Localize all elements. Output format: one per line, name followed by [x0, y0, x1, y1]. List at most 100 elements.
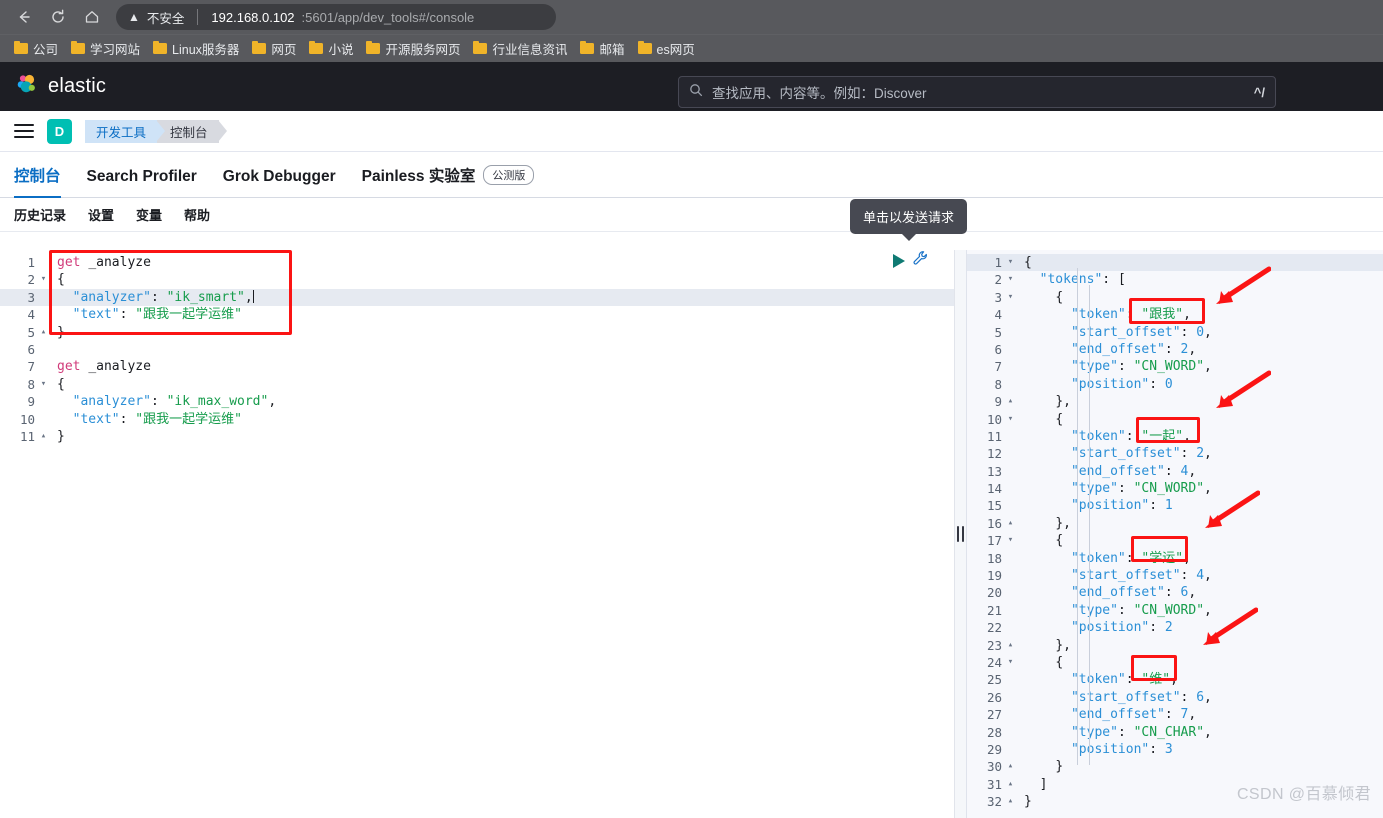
fold-toggle-icon[interactable]: ▾ [1005, 289, 1016, 306]
bookmark-item[interactable]: 开源服务网页 [362, 38, 469, 60]
bookmark-item[interactable]: es网页 [634, 38, 704, 60]
breadcrumb-item-console[interactable]: 控制台 [157, 119, 226, 143]
code-line[interactable]: 6 [0, 341, 954, 358]
bookmarks-bar: 公司 学习网站 Linux服务器 网页 小说 开源服务网页 行业信息资讯 邮箱 es网页 [0, 34, 1383, 62]
back-button[interactable] [8, 3, 40, 31]
bookmark-item[interactable]: 邮箱 [576, 38, 633, 60]
code-line[interactable]: 13 "end_offset": 4, [967, 463, 1383, 480]
code-line[interactable]: 1 ▾ { [967, 254, 1383, 272]
fold-toggle-icon[interactable]: ▾ [38, 376, 49, 393]
address-bar[interactable]: ▲ 不安全 192.168.0.102:5601/app/dev_tools#/… [116, 4, 556, 30]
tab-控制台[interactable]: 控制台 [14, 164, 61, 198]
play-icon[interactable] [893, 254, 905, 268]
space-avatar[interactable]: D [47, 118, 72, 144]
code-line[interactable]: 17 ▾ { [967, 532, 1383, 549]
code-line[interactable]: 23 ▴ }, [967, 637, 1383, 654]
bookmark-item[interactable]: 行业信息资讯 [469, 38, 576, 60]
fold-toggle-icon[interactable]: ▾ [1005, 271, 1016, 288]
fold-toggle-icon[interactable]: ▴ [1005, 637, 1016, 654]
fold-toggle-icon[interactable]: ▴ [1005, 758, 1016, 775]
breadcrumb-item-dev-tools[interactable]: 开发工具 [85, 119, 166, 143]
code-line[interactable]: 26 "start_offset": 6, [967, 689, 1383, 706]
code-line[interactable]: 20 "end_offset": 6, [967, 584, 1383, 601]
bookmark-item[interactable]: 学习网站 [67, 38, 149, 60]
response-lines[interactable]: 1 ▾{2 ▾ "tokens": [3 ▾ {4 "token": "跟我", 5 "… [967, 250, 1383, 811]
code-line[interactable]: 2 ▾ "tokens": [ [967, 271, 1383, 288]
code-line[interactable]: 19 "start_offset": 4, [967, 567, 1383, 584]
code-line[interactable]: 7 "type": "CN_WORD", [967, 358, 1383, 375]
fold-toggle-icon[interactable]: ▴ [1005, 393, 1016, 410]
code-line[interactable]: 11 "token": "一起", [967, 428, 1383, 445]
code-line[interactable]: 4 "text": "跟我一起学运维" [0, 306, 954, 323]
bookmark-item[interactable]: Linux服务器 [149, 38, 248, 60]
tab-Painless 实验室[interactable]: Painless 实验室 公测版 [362, 164, 535, 197]
code-line[interactable]: 24 ▾ { [967, 654, 1383, 671]
code-line[interactable]: 5 "start_offset": 0, [967, 324, 1383, 341]
fold-toggle-icon[interactable]: ▾ [1005, 411, 1016, 428]
code-text: } [1055, 759, 1064, 775]
console-menu-帮助[interactable]: 帮助 [184, 205, 210, 224]
code-line[interactable]: 10 "text": "跟我一起学运维" [0, 411, 954, 428]
request-editor-lines[interactable]: 1 get _analyze 2 ▾{3 "analyzer": "ik_smart"… [0, 250, 954, 445]
code-line[interactable]: 27 "end_offset": 7, [967, 706, 1383, 723]
code-line[interactable]: 3 ▾ { [967, 289, 1383, 306]
fold-toggle-icon[interactable]: ▴ [1005, 793, 1016, 810]
code-line[interactable]: 18 "token": "学运", [967, 550, 1383, 567]
code-line[interactable]: 4 "token": "跟我", [967, 306, 1383, 323]
bookmark-item[interactable]: 网页 [248, 38, 305, 60]
wrench-icon[interactable] [912, 250, 929, 272]
tab-Grok Debugger[interactable]: Grok Debugger [223, 168, 336, 197]
code-line[interactable]: 28 "type": "CN_CHAR", [967, 724, 1383, 741]
console-menu-历史记录[interactable]: 历史记录 [14, 205, 66, 224]
elastic-brand[interactable]: elastic [14, 72, 106, 102]
reload-button[interactable] [42, 3, 74, 31]
code-line[interactable]: 5 ▴} [0, 324, 954, 341]
code-line[interactable]: 11 ▴} [0, 428, 954, 445]
fold-toggle-icon[interactable]: ▴ [38, 428, 49, 445]
code-line[interactable]: 9 ▴ }, [967, 393, 1383, 410]
fold-toggle-icon[interactable]: ▾ [38, 271, 49, 288]
fold-toggle-icon[interactable]: ▾ [1005, 654, 1016, 671]
code-line[interactable]: 6 "end_offset": 2, [967, 341, 1383, 358]
code-line[interactable]: 1 get _analyze [0, 254, 954, 271]
code-line[interactable]: 22 "position": 2 [967, 619, 1383, 636]
code-text: }, [1055, 637, 1071, 653]
request-editor-pane[interactable]: 1 get _analyze 2 ▾{3 "analyzer": "ik_smart"… [0, 250, 955, 818]
code-text: "position": 0 [1070, 376, 1173, 392]
code-line[interactable]: 12 "start_offset": 2, [967, 445, 1383, 462]
tab-Search Profiler[interactable]: Search Profiler [87, 168, 197, 197]
fold-toggle-icon[interactable]: ▴ [1005, 776, 1016, 793]
code-text: { [1024, 255, 1032, 270]
code-line[interactable]: 3 "analyzer": "ik_smart", [0, 288, 954, 307]
response-pane[interactable]: 1 ▾{2 ▾ "tokens": [3 ▾ {4 "token": "跟我", 5 "… [967, 250, 1383, 818]
code-line[interactable]: 8 ▾ { [0, 376, 954, 393]
code-line[interactable]: 30 ▴ } [967, 758, 1383, 775]
console-menu-设置[interactable]: 设置 [88, 205, 114, 224]
code-line[interactable]: 15 "position": 1 [967, 497, 1383, 514]
code-line[interactable]: 9 "analyzer": "ik_max_word", [0, 393, 954, 410]
home-button[interactable] [76, 3, 108, 31]
code-line[interactable]: 25 "token": "维", [967, 671, 1383, 688]
bookmark-item[interactable]: 小说 [305, 38, 362, 60]
code-line[interactable]: 10 ▾ { [967, 411, 1383, 428]
code-line[interactable]: 14 "type": "CN_WORD", [967, 480, 1383, 497]
panel-resizer[interactable] [955, 250, 967, 818]
fold-toggle-icon[interactable]: ▾ [1005, 254, 1016, 271]
code-text: "end_offset": 7, [1070, 707, 1197, 723]
browser-toolbar: ▲ 不安全 192.168.0.102:5601/app/dev_tools#/… [0, 0, 1383, 34]
fold-toggle-icon[interactable]: ▾ [1005, 532, 1016, 549]
global-search-input[interactable]: 查找应用、内容等。例如：Discover ^/ [678, 76, 1276, 108]
code-line[interactable]: 29 "position": 3 [967, 741, 1383, 758]
code-line[interactable]: 21 "type": "CN_WORD", [967, 602, 1383, 619]
code-line[interactable]: 8 "position": 0 [967, 376, 1383, 393]
fold-toggle-icon[interactable]: ▴ [1005, 515, 1016, 532]
brand-name: elastic [48, 75, 107, 97]
console-menu-变量[interactable]: 变量 [136, 205, 162, 224]
line-number: 30 [986, 759, 1002, 775]
fold-toggle-icon[interactable]: ▴ [38, 324, 49, 341]
code-line[interactable]: 2 ▾ { [0, 271, 954, 288]
code-line[interactable]: 16 ▴ }, [967, 515, 1383, 532]
code-line[interactable]: 7 get _analyze [0, 358, 954, 375]
menu-toggle-button[interactable] [14, 124, 34, 138]
bookmark-item[interactable]: 公司 [10, 38, 67, 60]
